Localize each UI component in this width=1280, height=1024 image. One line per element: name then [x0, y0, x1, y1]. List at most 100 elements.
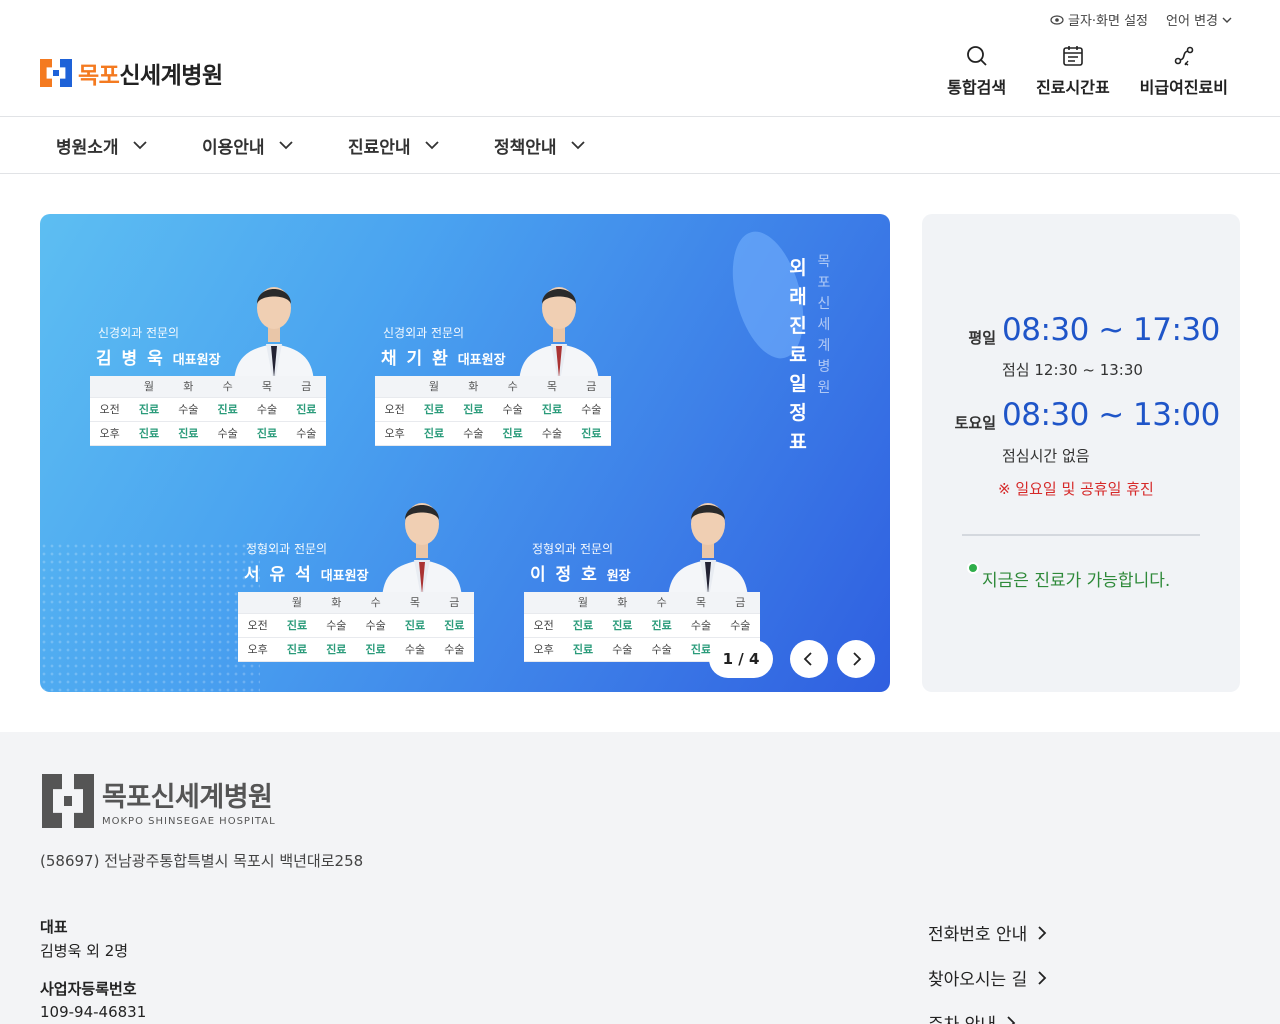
schedule-header-row: 월화수목금 [238, 592, 474, 614]
schedule-row: 오후 진료 진료 진료 수술 수술 [238, 637, 474, 662]
clinic-status: 지금은 진료가 가능합니다. [982, 571, 1171, 591]
doctor-name: 이 정 호 원장 [530, 565, 631, 585]
calendar-icon [1063, 46, 1083, 66]
schedule-row: 오전 진료 진료 진료 수술 수술 [524, 613, 760, 638]
doctor-photo [519, 287, 599, 386]
chevron-down-icon [132, 141, 147, 150]
footer-address: (58697) 전남광주통합특별시 목포시 백년대로258 [40, 852, 364, 870]
footer-logo-english: MOKPO SHINSEGAE HOSPITAL [102, 816, 276, 827]
schedule-day-header: 월 [563, 592, 603, 614]
schedule-button[interactable]: 진료시간표 [1036, 44, 1110, 98]
schedule-day-header: 목 [247, 376, 287, 398]
schedule-cell: 수술 [434, 637, 474, 662]
schedule-day-header: 목 [681, 592, 721, 614]
slide-pager: 1 / 4 [709, 640, 773, 678]
main-navigation: 병원소개 이용안내 진료안내 정책안내 [0, 116, 1280, 174]
schedule-day-header: 금 [434, 592, 474, 614]
schedule-cell: 진료 [277, 637, 317, 662]
schedule-row: 오후 진료 수술 진료 수술 진료 [375, 421, 611, 446]
schedule-header-row: 월화수목금 [375, 376, 611, 398]
doctor-name: 채 기 환 대표원장 [381, 349, 506, 369]
representative-value: 김병욱 외 2명 [40, 942, 129, 960]
schedule-cell: 진료 [492, 421, 533, 446]
banner-vertical-title: 외래진료일정표 [789, 257, 807, 453]
route-icon [1174, 46, 1194, 66]
representative-label: 대표 [40, 918, 68, 936]
chevron-right-icon [1038, 970, 1047, 985]
doctor-specialty: 정형외과 전문의 [532, 542, 614, 556]
schedule-day-header: 월 [414, 376, 454, 398]
schedule-label: 진료시간표 [1036, 78, 1110, 97]
weekday-time: 08:30 ~ 17:30 [1002, 312, 1220, 348]
display-settings-link[interactable]: 글자·화면 설정 [1050, 10, 1148, 29]
schedule-cell: 진료 [129, 397, 169, 422]
schedule-cell: 진료 [168, 421, 208, 446]
schedule-cell: 수술 [168, 397, 208, 422]
nav-item-policy[interactable]: 정책안내 [494, 133, 640, 158]
chevron-right-icon [1038, 925, 1047, 940]
schedule-day-header: 금 [571, 376, 611, 398]
schedule-row: 오후 진료 진료 수술 진료 수술 [90, 421, 326, 446]
schedule-cell: 진료 [532, 397, 572, 422]
status-dot-icon [969, 564, 977, 572]
schedule-day-header: 화 [316, 592, 356, 614]
schedule-cell: 수술 [492, 397, 533, 422]
schedule-cell: 진료 [434, 613, 474, 638]
business-number-value: 109-94-46831 [40, 1003, 147, 1021]
schedule-period-label: 오후 [238, 637, 278, 662]
nav-item-treatment[interactable]: 진료안내 [348, 133, 494, 158]
schedule-period-label: 오전 [238, 613, 278, 638]
business-number-label: 사업자등록번호 [40, 980, 137, 998]
hours-divider [962, 534, 1200, 536]
prev-slide-button[interactable] [790, 640, 828, 678]
schedule-cell: 수술 [641, 637, 682, 662]
saturday-label: 토요일 [954, 414, 996, 432]
doctor-card: 정형외과 전문의 서 유 석 대표원장 월 화 수 목 금 오전 진료 수술 수술 진료 진료 오후 진료 진… [238, 482, 474, 664]
footer-links: 전화번호 안내 찾아오시는 길 주차 안내 [928, 920, 1047, 1024]
doctor-schedule-table: 월 화 수 목 금 오전 진료 수술 진료 수술 진료 오후 진료 진료 수술 진료 수술 [90, 376, 326, 446]
non-covered-fee-button[interactable]: 비급여진료비 [1140, 44, 1228, 98]
schedule-cell: 진료 [316, 637, 356, 662]
schedule-row: 오전 진료 수술 진료 수술 진료 [90, 397, 326, 422]
doctor-card: 정형외과 전문의 이 정 호 원장 월 화 수 목 금 오전 진료 진료 진료 수술 수술 오후 진료 수술 수… [524, 482, 760, 664]
language-selector[interactable]: 언어 변경 [1166, 10, 1232, 29]
doctor-schedule-table: 월 화 수 목 금 오전 진료 수술 수술 진료 진료 오후 진료 진료 진료 수술 수술 [238, 592, 474, 662]
schedule-cell: 수술 [207, 421, 248, 446]
holiday-notice: ※ 일요일 및 공휴일 휴진 [998, 480, 1154, 498]
schedule-day-header: 화 [453, 376, 493, 398]
nav-item-guide[interactable]: 이용안내 [202, 133, 348, 158]
banner-dot-pattern [40, 542, 260, 692]
phone-guide-link[interactable]: 전화번호 안내 [928, 920, 1047, 945]
schedule-cell: 수술 [532, 421, 572, 446]
doctor-specialty: 신경외과 전문의 [98, 326, 180, 340]
language-label: 언어 변경 [1166, 14, 1218, 29]
schedule-day-header: 금 [286, 376, 326, 398]
integrated-search-button[interactable]: 통합검색 [947, 44, 1006, 98]
chevron-right-icon [1007, 1015, 1016, 1024]
footer-logo-mark-icon [42, 774, 94, 828]
schedule-day-header: 월 [277, 592, 317, 614]
chevron-down-icon [278, 141, 293, 150]
schedule-period-label: 오후 [375, 421, 415, 446]
directions-link[interactable]: 찾아오시는 길 [928, 965, 1047, 990]
schedule-day-header: 목 [532, 376, 572, 398]
schedule-period-label: 오전 [90, 397, 130, 422]
non-covered-fee-label: 비급여진료비 [1139, 78, 1228, 97]
schedule-cell: 진료 [277, 613, 317, 638]
header-actions: 통합검색 진료시간표 비급여진료비 [947, 44, 1228, 98]
banner-vertical-subtitle: 목포신세계병원 [817, 254, 831, 396]
schedule-cell: 진료 [563, 637, 603, 662]
next-slide-button[interactable] [837, 640, 875, 678]
doctor-photo [234, 287, 314, 386]
nav-item-about[interactable]: 병원소개 [56, 133, 202, 158]
doctor-photo [382, 503, 462, 602]
parking-guide-link[interactable]: 주차 안내 [928, 1010, 1047, 1024]
schedule-day-header: 화 [602, 592, 642, 614]
site-logo[interactable]: 목포신세계병원 [40, 56, 223, 90]
schedule-period-label: 오전 [524, 613, 564, 638]
logo-text: 목포신세계병원 [78, 63, 223, 89]
utility-bar: 글자·화면 설정 언어 변경 [1050, 10, 1232, 29]
schedule-cell: 진료 [207, 397, 248, 422]
schedule-day-header: 수 [492, 376, 533, 398]
footer-logo-text: 목포신세계병원 [102, 782, 273, 813]
